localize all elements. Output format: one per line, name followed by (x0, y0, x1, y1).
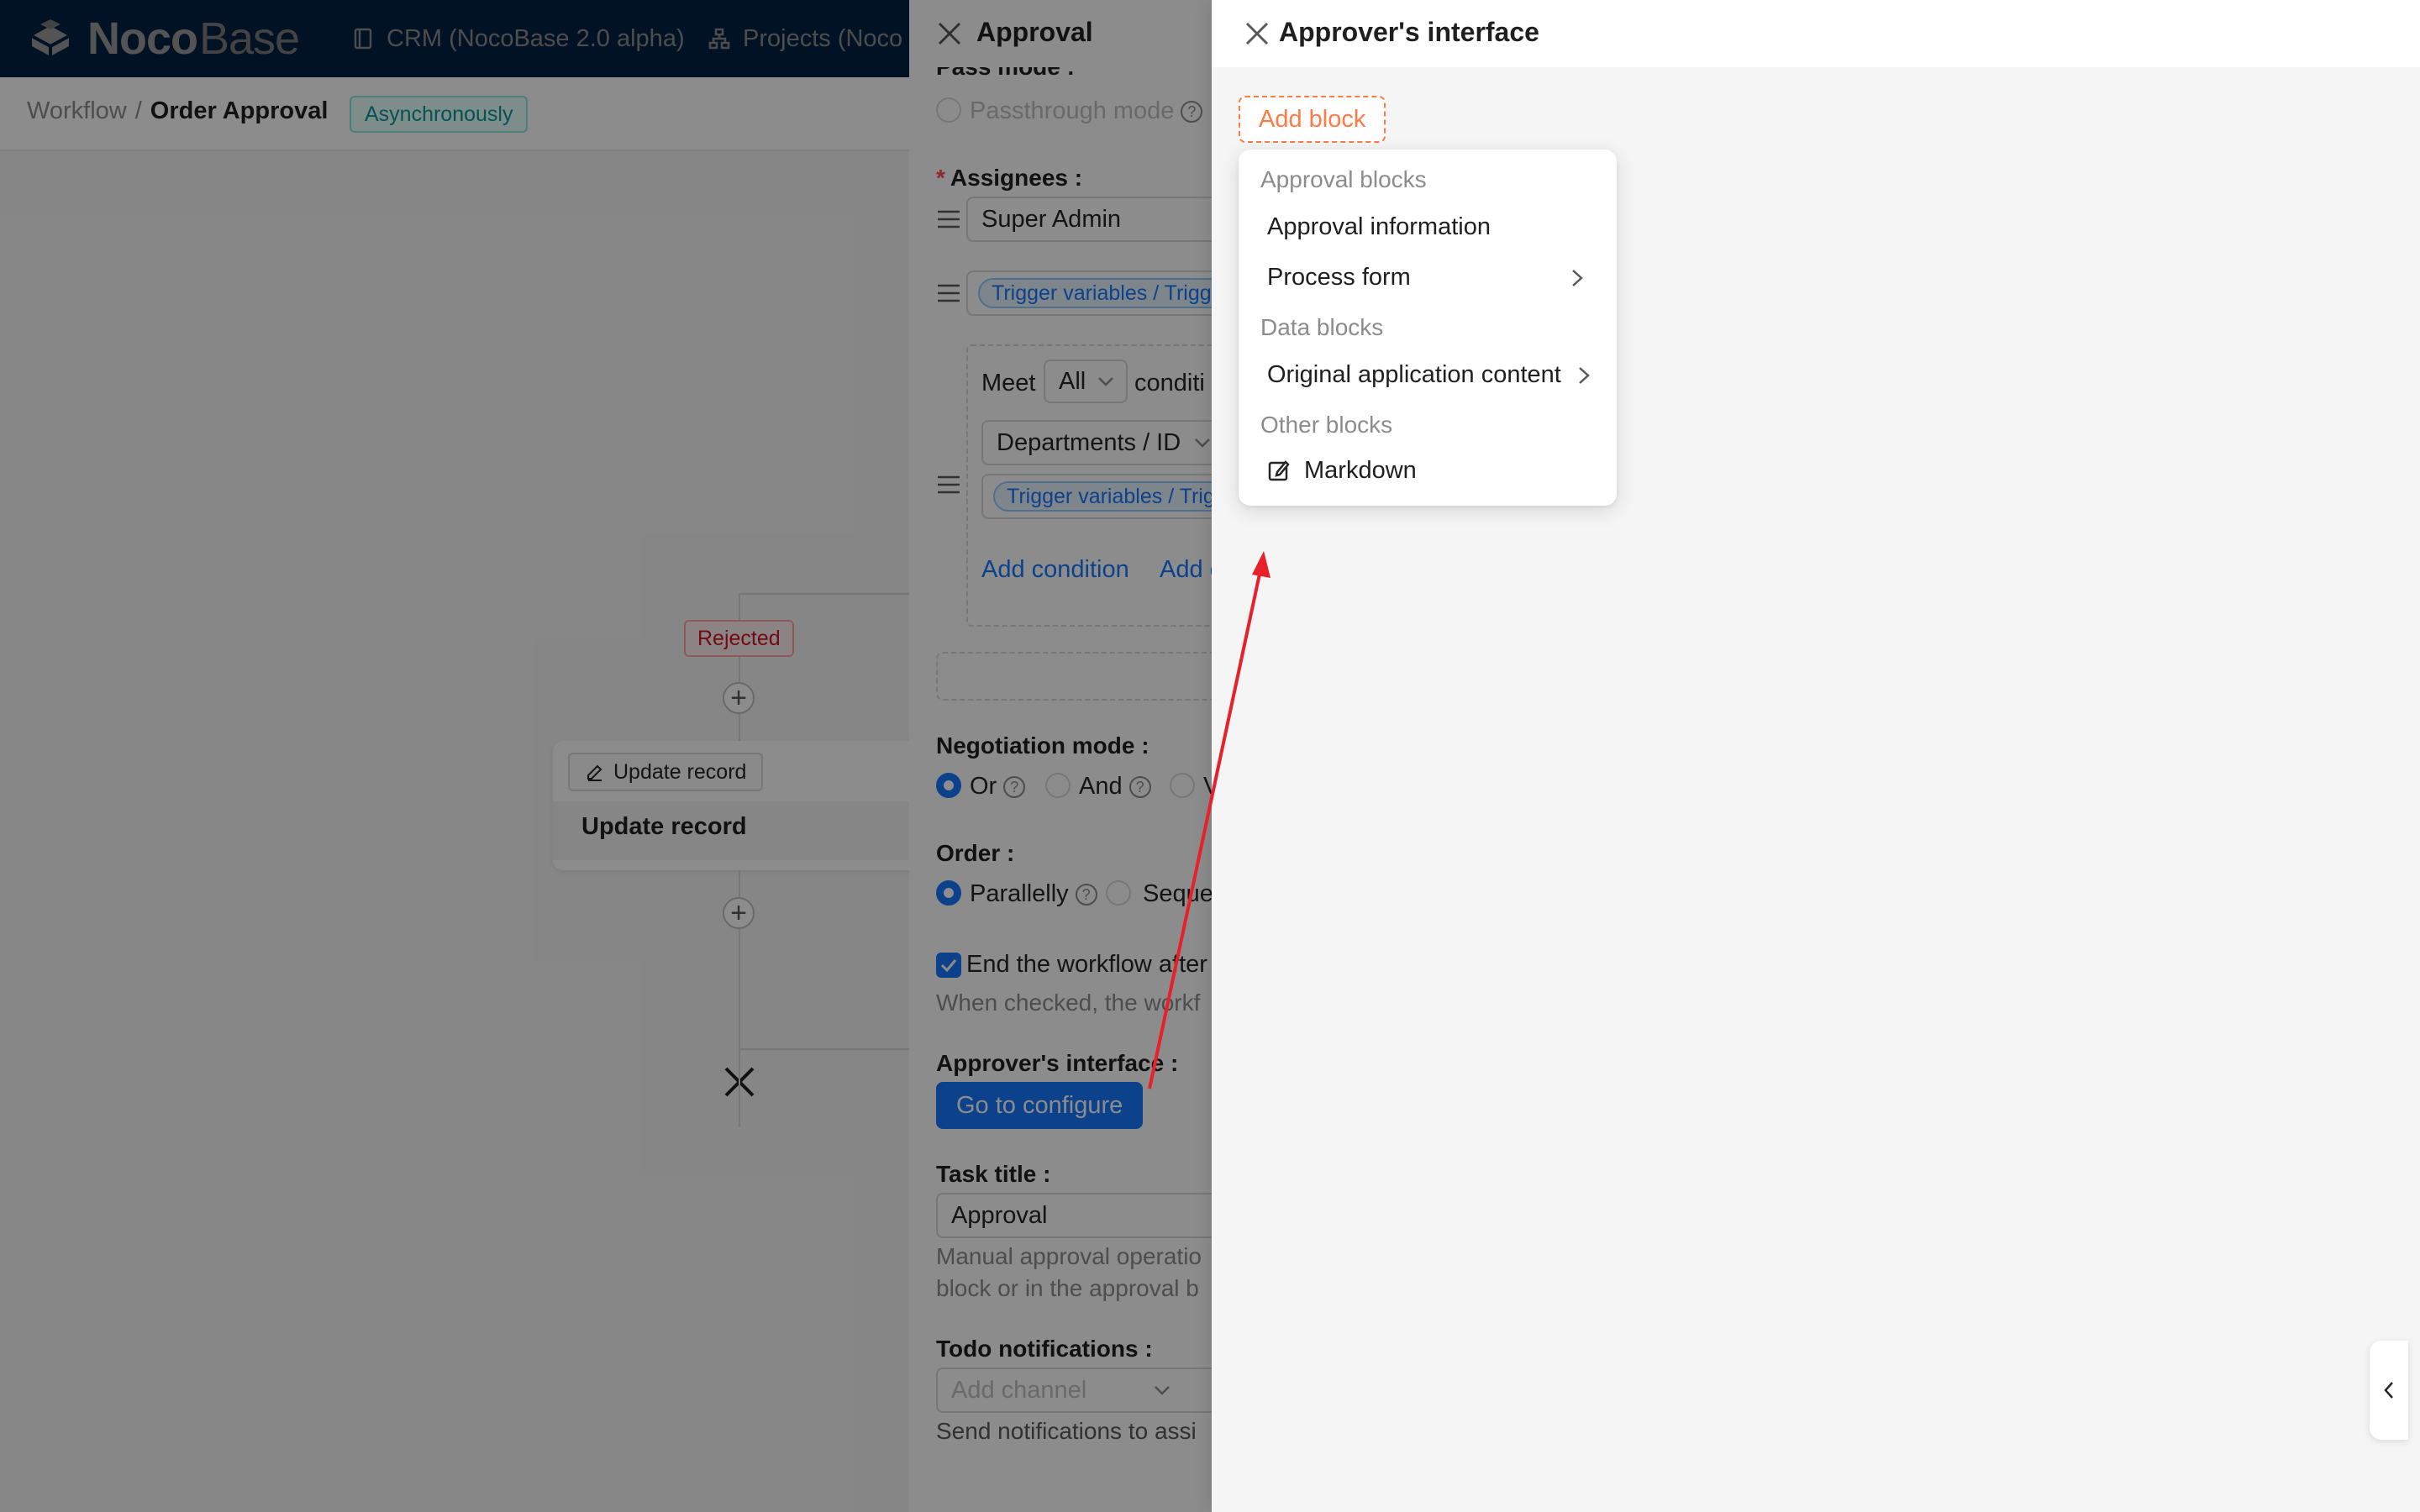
edit-icon (1268, 460, 1290, 481)
menu-item-label: Original application content (1267, 360, 1561, 388)
approver-interface-drawer: Approver's interface Add block Approval … (1212, 0, 2420, 1512)
chevron-right-icon (1579, 367, 1590, 384)
approver-drawer-header: Approver's interface (1212, 0, 2420, 67)
modal-mask[interactable] (0, 0, 1212, 1512)
chevron-right-icon (1572, 270, 1583, 286)
menu-item-approval-information[interactable]: Approval information (1245, 203, 1610, 250)
add-block-button[interactable]: Add block (1239, 96, 1386, 143)
collapse-panel-tab[interactable] (2370, 1341, 2408, 1440)
chevron-left-icon (2384, 1382, 2393, 1399)
menu-item-label: Approval information (1267, 213, 1491, 240)
menu-group-title: Approval blocks (1260, 166, 1427, 192)
menu-item-label: Markdown (1304, 456, 1417, 484)
approver-drawer-title: Approver's interface (1279, 17, 1539, 47)
menu-group-title: Data blocks (1260, 314, 1384, 340)
menu-item-label: Process form (1267, 263, 1411, 291)
menu-item-original-application-content[interactable]: Original application content (1245, 351, 1610, 398)
menu-item-process-form[interactable]: Process form (1245, 254, 1610, 301)
menu-group-title: Other blocks (1260, 412, 1393, 438)
add-block-dropdown-menu: Approval blocks Approval information Pro… (1239, 150, 1617, 506)
close-icon[interactable] (1244, 20, 1270, 47)
menu-item-markdown[interactable]: Markdown (1245, 447, 1610, 494)
